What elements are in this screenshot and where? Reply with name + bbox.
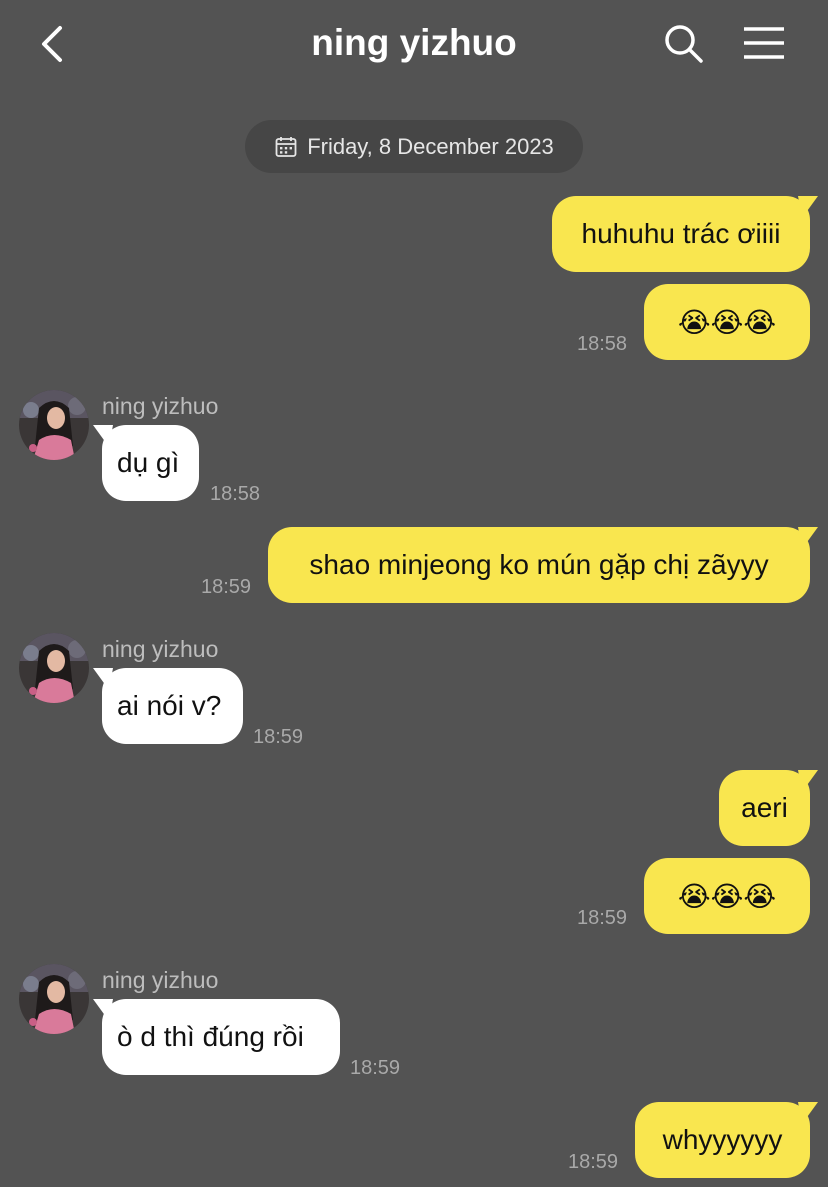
date-divider-label: Friday, 8 December 2023	[307, 133, 554, 159]
message-bubble-sent[interactable]: 😭😭😭	[644, 858, 810, 934]
message-timestamp: 18:58	[577, 333, 628, 355]
bubble-tail	[93, 999, 113, 1021]
calendar-icon	[275, 136, 297, 157]
message-timestamp: 18:59	[253, 726, 304, 748]
message-bubble-sent[interactable]: huhuhu trác ơiiii	[552, 196, 818, 272]
message-text: huhuhu trác ơiiii	[581, 218, 781, 249]
sender-name: ning yizhuo	[102, 393, 219, 419]
message-timestamp: 18:58	[210, 483, 261, 505]
sender-name: ning yizhuo	[102, 636, 219, 662]
bubble-tail	[93, 425, 113, 447]
search-icon	[665, 25, 703, 63]
avatar[interactable]	[19, 964, 89, 1034]
avatar[interactable]	[19, 633, 89, 703]
bubble-tail	[798, 770, 818, 792]
message-timestamp: 18:59	[577, 907, 628, 929]
message-bubble-sent[interactable]: aeri	[719, 770, 818, 846]
message-text: ò d thì đúng rồi	[117, 1021, 304, 1052]
message-text: dụ gì	[117, 447, 180, 478]
message-timestamp: 18:59	[201, 576, 252, 598]
back-button[interactable]	[30, 20, 74, 68]
message-timestamp: 18:59	[568, 1151, 619, 1173]
search-button[interactable]	[660, 20, 708, 68]
message-bubble-received[interactable]: dụ gì	[93, 425, 199, 501]
avatar[interactable]	[19, 390, 89, 460]
bubble-tail	[798, 1102, 818, 1124]
message-text: 😭😭😭	[677, 880, 777, 912]
message-bubble-received[interactable]: ò d thì đúng rồi	[93, 999, 340, 1075]
bubble-tail	[798, 196, 818, 218]
message-bubble-received[interactable]: ai nói v?	[93, 668, 243, 744]
chat-screen: ning yizhuo Friday, 8 December 2023 huhu…	[0, 0, 828, 1187]
message-timestamp: 18:59	[350, 1057, 401, 1079]
message-text: ai nói v?	[117, 690, 222, 721]
message-text: shao minjeong ko mún gặp chị zãyyy	[309, 549, 769, 580]
sender-name: ning yizhuo	[102, 967, 219, 993]
chat-header: ning yizhuo	[0, 0, 828, 90]
message-bubble-sent[interactable]: 😭😭😭	[644, 284, 810, 360]
date-divider: Friday, 8 December 2023	[245, 120, 583, 173]
hamburger-menu-icon	[744, 27, 784, 59]
menu-button[interactable]	[740, 24, 788, 64]
message-text: aeri	[741, 792, 788, 823]
chat-title: ning yizhuo	[311, 22, 517, 63]
message-text: whyyyyyy	[662, 1124, 783, 1155]
message-bubble-sent[interactable]: shao minjeong ko mún gặp chị zãyyy	[268, 527, 818, 603]
message-bubble-sent[interactable]: whyyyyyy	[635, 1102, 818, 1178]
bubble-tail	[798, 527, 818, 549]
message-text: 😭😭😭	[677, 306, 777, 338]
chevron-left-icon	[42, 26, 62, 62]
bubble-tail	[93, 668, 113, 690]
